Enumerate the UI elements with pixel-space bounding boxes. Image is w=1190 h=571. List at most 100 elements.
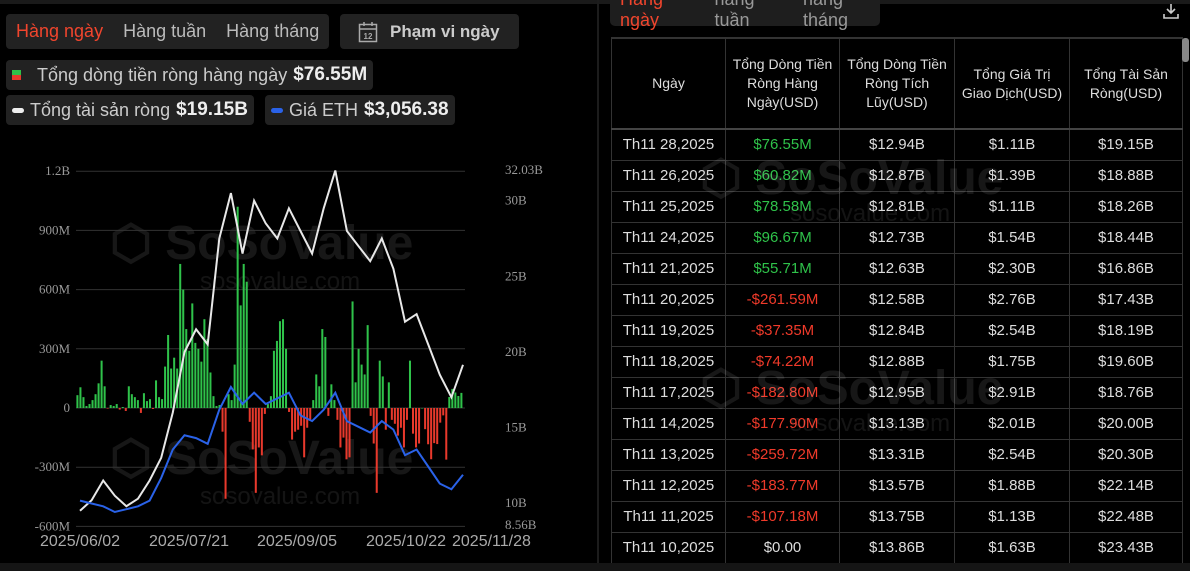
table-row[interactable]: Th11 13,2025 -$259.72M $13.31B $2.54B $20.30… xyxy=(611,439,1183,471)
cell-value-traded: $1.11B xyxy=(954,191,1070,223)
bar-daily-net-inflow xyxy=(348,408,351,458)
cell-net-assets: $18.88B xyxy=(1069,160,1183,192)
bar-daily-net-inflow xyxy=(161,399,164,408)
tab-monthly[interactable]: Hàng tháng xyxy=(226,21,319,42)
bar-daily-net-inflow xyxy=(251,408,254,450)
table-row[interactable]: Th11 12,2025 -$183.77M $13.57B $1.88B $22.14… xyxy=(611,470,1183,502)
left-axis-tick-label: 300M xyxy=(39,341,71,356)
table-row[interactable]: Th11 18,2025 -$74.22M $12.88B $1.75B $19.60B xyxy=(611,346,1183,378)
legend-daily-net-inflow[interactable]: Tổng dòng tiền ròng hàng ngày $76.55M xyxy=(6,60,374,90)
table-row[interactable]: Th11 26,2025 $60.82M $12.87B $1.39B $18.88B xyxy=(611,160,1183,192)
table-row[interactable]: Th11 25,2025 $78.58M $12.81B $1.11B $18.26B xyxy=(611,191,1183,223)
chart-panel: Hàng ngày Hàng tuần Hàng tháng 12 Phạm v… xyxy=(0,0,597,571)
download-icon[interactable] xyxy=(1162,2,1180,20)
cell-value-traded: $1.11B xyxy=(954,129,1070,161)
table-row[interactable]: Th11 10,2025 $0.00 $13.86B $1.63B $23.43B xyxy=(611,532,1183,564)
legend-net-assets[interactable]: Tổng tài sản ròng $19.15B xyxy=(6,95,254,125)
legend-value: $3,056.38 xyxy=(364,99,449,120)
cell-date: Th11 25,2025 xyxy=(611,191,726,223)
date-range-button[interactable]: 12 Phạm vi ngày xyxy=(340,14,519,49)
cell-value-traded: $2.76B xyxy=(954,284,1070,316)
cell-net-assets: $23.43B xyxy=(1069,532,1183,564)
tab-weekly[interactable]: hằng tuần xyxy=(714,0,782,31)
bar-daily-net-inflow xyxy=(339,408,342,448)
bar-daily-net-inflow xyxy=(439,408,442,423)
bar-daily-net-inflow xyxy=(445,408,448,460)
bar-daily-net-inflow xyxy=(393,408,396,424)
right-axis-tick-label: 25B xyxy=(505,268,527,283)
cell-cumulative-inflow: $13.31B xyxy=(839,439,955,471)
bar-daily-net-inflow xyxy=(294,408,297,432)
table-row[interactable]: Th11 19,2025 -$37.35M $12.84B $2.54B $18.19B xyxy=(611,315,1183,347)
tab-daily[interactable]: Hàng ngày xyxy=(16,21,103,42)
cell-cumulative-inflow: $13.86B xyxy=(839,532,955,564)
flow-table: Ngày Tổng Dòng Tiền Ròng Hàng Ngày(USD) … xyxy=(611,37,1183,564)
cell-daily-net-inflow: $55.71M xyxy=(725,253,840,285)
etf-flow-chart[interactable]: 1.2B 900M 600M 300M 0 -300M -600M 32.03B 30B 25B 2… xyxy=(0,150,560,535)
col-header-net-assets[interactable]: Tổng Tài Sản Ròng(USD) xyxy=(1069,37,1183,130)
bar-daily-net-inflow xyxy=(363,374,366,408)
bar-daily-net-inflow xyxy=(151,408,155,409)
bar-daily-net-inflow xyxy=(230,400,233,408)
bar-daily-net-inflow xyxy=(291,408,294,440)
bar-daily-net-inflow xyxy=(412,408,415,434)
bar-daily-net-inflow xyxy=(454,392,457,408)
x-tick-label: 2025/06/02 xyxy=(40,533,121,550)
x-tick-label: 2025/09/05 xyxy=(257,533,338,550)
bar-daily-net-inflow xyxy=(167,334,170,408)
tab-weekly[interactable]: Hàng tuần xyxy=(123,21,206,42)
bar-daily-net-inflow xyxy=(139,408,142,413)
col-header-value-traded[interactable]: Tổng Giá Trị Giao Dịch(USD) xyxy=(954,37,1070,130)
bar-daily-net-inflow xyxy=(170,368,173,408)
bar-daily-net-inflow xyxy=(215,406,218,408)
col-header-daily-net-inflow[interactable]: Tổng Dòng Tiền Ròng Hàng Ngày(USD) xyxy=(725,37,840,130)
cell-value-traded: $2.01B xyxy=(954,408,1070,440)
bar-daily-net-inflow xyxy=(345,408,348,460)
table-row[interactable]: Th11 17,2025 -$182.80M $12.95B $2.91B $18.76… xyxy=(611,377,1183,409)
bar-daily-net-inflow xyxy=(421,408,424,409)
cell-daily-net-inflow: $78.58M xyxy=(725,191,840,223)
bar-daily-net-inflow xyxy=(384,408,387,430)
table-row[interactable]: Th11 28,2025 $76.55M $12.94B $1.11B $19.15B xyxy=(611,129,1183,161)
bar-daily-net-inflow xyxy=(260,408,263,456)
cell-cumulative-inflow: $12.95B xyxy=(839,377,955,409)
bar-daily-net-inflow xyxy=(312,400,315,408)
bar-daily-net-inflow xyxy=(124,408,127,411)
col-header-cumulative-inflow[interactable]: Tổng Dòng Tiền Ròng Tích Lũy(USD) xyxy=(839,37,955,130)
table-row[interactable]: Th11 24,2025 $96.67M $12.73B $1.54B $18.44B xyxy=(611,222,1183,254)
bar-daily-net-inflow xyxy=(278,321,281,408)
tab-daily[interactable]: Hằng ngày xyxy=(620,0,694,31)
date-range-label: Phạm vi ngày xyxy=(390,21,500,41)
table-row[interactable]: Th11 14,2025 -$177.90M $13.13B $2.01B $20.00… xyxy=(611,408,1183,440)
table-row[interactable]: Th11 11,2025 -$107.18M $13.75B $1.13B $22.48… xyxy=(611,501,1183,533)
table-row[interactable]: Th11 21,2025 $55.71M $12.63B $2.30B $16.86B xyxy=(611,253,1183,285)
table-row[interactable]: Th11 20,2025 -$261.59M $12.58B $2.76B $17.43… xyxy=(611,284,1183,316)
col-header-date[interactable]: Ngày xyxy=(611,37,726,130)
table-scrollbar[interactable] xyxy=(1182,38,1189,62)
cell-daily-net-inflow: $96.67M xyxy=(725,222,840,254)
tab-monthly[interactable]: hằng tháng xyxy=(803,0,880,31)
inflow-outflow-swatch-icon xyxy=(12,70,21,80)
x-tick-label: 2025/07/21 xyxy=(149,533,230,550)
bar-daily-net-inflow xyxy=(155,380,158,408)
bar-daily-net-inflow xyxy=(405,408,408,420)
legend-label: Giá ETH xyxy=(289,99,359,120)
right-axis-tick-label: 30B xyxy=(505,193,527,208)
bar-daily-net-inflow xyxy=(79,387,82,408)
bar-daily-net-inflow xyxy=(415,408,418,448)
bar-daily-net-inflow xyxy=(115,404,118,408)
bar-daily-net-inflow xyxy=(91,400,94,408)
bar-daily-net-inflow xyxy=(133,397,136,408)
cell-value-traded: $2.54B xyxy=(954,315,1070,347)
bar-daily-net-inflow xyxy=(227,394,230,408)
left-axis-tick-label: 900M xyxy=(39,222,71,237)
bar-daily-net-inflow xyxy=(127,386,130,408)
cell-daily-net-inflow: -$183.77M xyxy=(725,470,840,502)
legend-eth-price[interactable]: Giá ETH $3,056.38 xyxy=(265,95,455,125)
bar-daily-net-inflow xyxy=(148,399,151,408)
cell-date: Th11 26,2025 xyxy=(611,160,726,192)
cell-net-assets: $22.48B xyxy=(1069,501,1183,533)
bar-daily-net-inflow xyxy=(94,394,97,408)
cell-date: Th11 13,2025 xyxy=(611,439,726,471)
bar-daily-net-inflow xyxy=(239,305,242,408)
